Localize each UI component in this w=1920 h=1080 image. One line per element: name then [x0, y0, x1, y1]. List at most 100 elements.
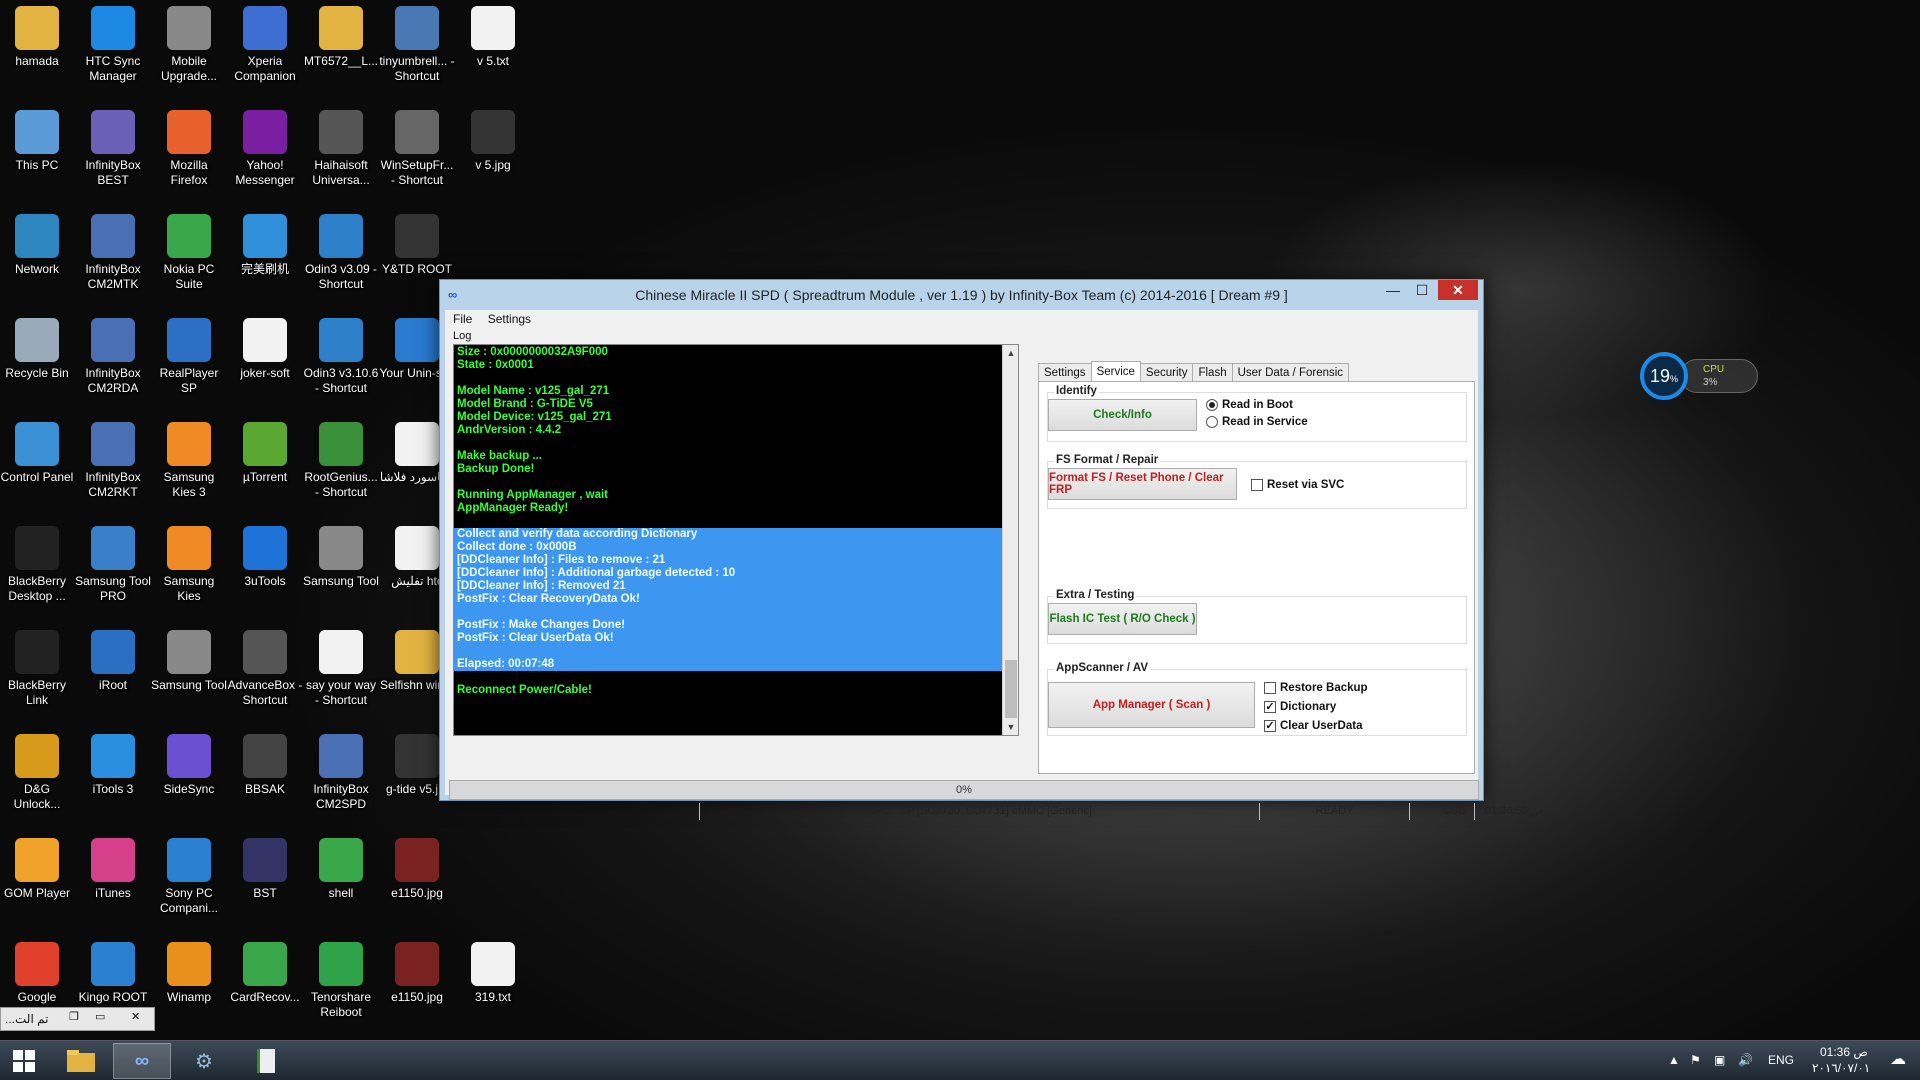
- read-in-service-option[interactable]: Read in Service: [1206, 416, 1308, 428]
- desktop-icon[interactable]: Odin3 v3.10.6 - Shortcut: [303, 312, 379, 396]
- read-in-boot-option[interactable]: Read in Boot: [1206, 399, 1293, 411]
- notif-restore-icon[interactable]: ❐: [69, 1010, 79, 1023]
- desktop-icon[interactable]: Samsung Kies: [151, 520, 227, 604]
- desktop-icon[interactable]: RootGenius... - Shortcut: [303, 416, 379, 500]
- desktop-icon[interactable]: HTC Sync Manager: [75, 0, 151, 84]
- book-taskbar-icon[interactable]: [237, 1043, 295, 1079]
- reset-via-svc-checkbox[interactable]: [1251, 479, 1263, 491]
- desktop-icon[interactable]: Yahoo! Messenger: [227, 104, 303, 188]
- tab-settings[interactable]: Settings: [1038, 363, 1092, 381]
- desktop-icon[interactable]: e1150.jpg: [379, 832, 455, 901]
- desktop-icon[interactable]: e1150.jpg: [379, 936, 455, 1005]
- desktop-icon[interactable]: Samsung Kies 3: [151, 416, 227, 500]
- desktop-icon[interactable]: InfinityBox CM2SPD: [303, 728, 379, 812]
- desktop-icon[interactable]: Nokia PC Suite: [151, 208, 227, 292]
- desktop-icon[interactable]: BBSAK: [227, 728, 303, 797]
- clear-userdata-option[interactable]: ✓ Clear UserData: [1264, 720, 1362, 732]
- desktop-icon[interactable]: Samsung Tool PRO: [75, 520, 151, 604]
- desktop-icon[interactable]: v 5.jpg: [455, 104, 531, 173]
- desktop-icon[interactable]: D&G Unlock...: [0, 728, 75, 812]
- desktop-icon[interactable]: iTools 3: [75, 728, 151, 797]
- tab-service[interactable]: Service: [1090, 361, 1141, 381]
- desktop-icon[interactable]: tinyumbrell... - Shortcut: [379, 0, 455, 84]
- desktop-icon[interactable]: Kingo ROOT: [75, 936, 151, 1005]
- desktop-icon[interactable]: Y&TD ROOT: [379, 208, 455, 277]
- weather-icon[interactable]: ☁: [1890, 1049, 1906, 1069]
- desktop-icon[interactable]: v 5.txt: [455, 0, 531, 69]
- desktop-icon[interactable]: µTorrent: [227, 416, 303, 485]
- desktop-icon[interactable]: Mobile Upgrade...: [151, 0, 227, 84]
- cpu-meter-gadget[interactable]: CPU 3% 19%: [1640, 352, 1760, 400]
- network-tray-icon[interactable]: ▣: [1714, 1053, 1725, 1067]
- clock-date[interactable]: ٢٠١٦/٠٧/٠١: [1812, 1061, 1870, 1075]
- desktop-icon[interactable]: 319.txt: [455, 936, 531, 1005]
- tab-security[interactable]: Security: [1139, 363, 1194, 381]
- menu-settings[interactable]: Settings: [488, 312, 531, 326]
- desktop-icon[interactable]: say your way - Shortcut: [303, 624, 379, 708]
- minimize-button[interactable]: —: [1379, 280, 1407, 300]
- infinitybox-spd-taskbar-icon[interactable]: ∞: [113, 1043, 171, 1079]
- desktop-icon[interactable]: BST: [227, 832, 303, 901]
- clock-time[interactable]: 01:36 ص: [1820, 1045, 1868, 1059]
- title-bar[interactable]: ∞ Chinese Miracle II SPD ( Spreadtrum Mo…: [440, 280, 1483, 310]
- tool-taskbar-icon[interactable]: ⚙: [175, 1043, 233, 1079]
- desktop-icon[interactable]: hamada: [0, 0, 75, 69]
- scroll-down-icon[interactable]: ▼: [1003, 719, 1018, 735]
- desktop-icon[interactable]: Samsung Tool: [151, 624, 227, 693]
- desktop-icon[interactable]: RealPlayer SP: [151, 312, 227, 396]
- read-in-boot-radio[interactable]: [1206, 399, 1218, 411]
- desktop-icon[interactable]: Control Panel: [0, 416, 75, 485]
- desktop-icon[interactable]: This PC: [0, 104, 75, 173]
- desktop-icon[interactable]: MT6572__L...: [303, 0, 379, 69]
- desktop-icon[interactable]: Mozilla Firefox: [151, 104, 227, 188]
- desktop-icon[interactable]: iTunes: [75, 832, 151, 901]
- desktop-icon[interactable]: AdvanceBox - Shortcut: [227, 624, 303, 708]
- desktop-icon[interactable]: InfinityBox BEST: [75, 104, 151, 188]
- tray-expand-icon[interactable]: ▲: [1668, 1053, 1680, 1067]
- desktop-icon[interactable]: Google: [0, 936, 75, 1005]
- tab-user-data-forensic[interactable]: User Data / Forensic: [1231, 363, 1350, 381]
- language-indicator[interactable]: ENG: [1768, 1053, 1794, 1067]
- mini-notification[interactable]: ...تم الت ❐ ▭ ✕: [0, 1007, 155, 1031]
- scroll-up-icon[interactable]: ▲: [1003, 345, 1018, 361]
- desktop-icon[interactable]: Tenorshare Reiboot: [303, 936, 379, 1020]
- restore-backup-option[interactable]: Restore Backup: [1264, 682, 1368, 694]
- notif-minimize-icon[interactable]: ▭: [95, 1010, 105, 1023]
- close-button[interactable]: ✕: [1438, 280, 1478, 300]
- flash-ic-test-button[interactable]: Flash IC Test ( R/O Check ): [1048, 603, 1197, 635]
- desktop-icon[interactable]: Recycle Bin: [0, 312, 75, 381]
- desktop-icon[interactable]: WinSetupFr... - Shortcut: [379, 104, 455, 188]
- clear-userdata-checkbox[interactable]: ✓: [1264, 720, 1276, 732]
- desktop-icon[interactable]: Winamp: [151, 936, 227, 1005]
- desktop-icon[interactable]: GOM Player: [0, 832, 75, 901]
- desktop-icon[interactable]: iRoot: [75, 624, 151, 693]
- file-explorer-taskbar-icon[interactable]: [52, 1043, 110, 1079]
- desktop-icon[interactable]: 3uTools: [227, 520, 303, 589]
- desktop-icon[interactable]: 完美刷机: [227, 208, 303, 277]
- reset-via-svc-option[interactable]: Reset via SVC: [1251, 479, 1344, 491]
- desktop-icon[interactable]: Samsung Tool: [303, 520, 379, 589]
- desktop-icon[interactable]: shell: [303, 832, 379, 901]
- desktop-icon[interactable]: Sony PC Compani...: [151, 832, 227, 916]
- desktop-icon[interactable]: joker-soft: [227, 312, 303, 381]
- read-in-service-radio[interactable]: [1206, 416, 1218, 428]
- tab-flash[interactable]: Flash: [1192, 363, 1233, 381]
- format-fs-button[interactable]: Format FS / Reset Phone / Clear FRP: [1048, 468, 1237, 500]
- desktop-icon[interactable]: Odin3 v3.09 - Shortcut: [303, 208, 379, 292]
- maximize-button[interactable]: ☐: [1408, 280, 1436, 300]
- desktop-icon[interactable]: CardRecov...: [227, 936, 303, 1005]
- volume-icon[interactable]: 🔊: [1738, 1053, 1753, 1067]
- scroll-thumb[interactable]: [1005, 660, 1017, 718]
- desktop-icon[interactable]: Xperia Companion: [227, 0, 303, 84]
- dictionary-checkbox[interactable]: ✓: [1264, 701, 1276, 713]
- desktop-icon[interactable]: BlackBerry Link: [0, 624, 75, 708]
- desktop-icon[interactable]: SideSync: [151, 728, 227, 797]
- desktop-icon[interactable]: InfinityBox CM2RDA: [75, 312, 151, 396]
- desktop-icon[interactable]: Network: [0, 208, 75, 277]
- restore-backup-checkbox[interactable]: [1264, 682, 1276, 694]
- desktop-icon[interactable]: InfinityBox CM2RKT: [75, 416, 151, 500]
- action-center-flag-icon[interactable]: ⚑: [1690, 1053, 1701, 1067]
- app-manager-scan-button[interactable]: App Manager ( Scan ): [1048, 682, 1255, 728]
- desktop-icon[interactable]: Haihaisoft Universa...: [303, 104, 379, 188]
- log-scrollbar[interactable]: ▲ ▼: [1002, 345, 1018, 735]
